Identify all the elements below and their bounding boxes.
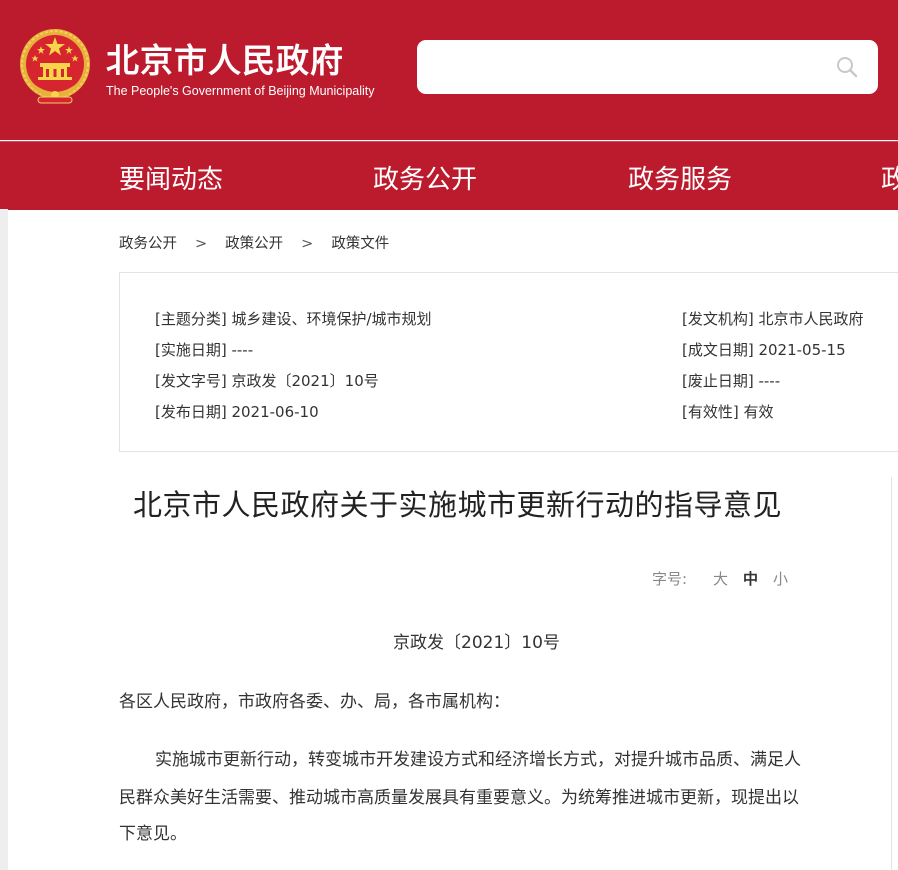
breadcrumb-link-gov-affairs[interactable]: 政务公开 — [119, 232, 177, 253]
search-input[interactable] — [433, 52, 827, 84]
nav-item-truncated[interactable]: 政 — [881, 159, 898, 196]
meta-issuer: [发文机构] 北京市人民政府 — [682, 310, 864, 328]
breadcrumb-separator: > — [195, 236, 208, 252]
meta-topic: [主题分类] 城乡建设、环境保护/城市规划 — [155, 310, 432, 328]
breadcrumb-link-policy-docs[interactable]: 政策文件 — [331, 232, 389, 253]
nav-item-gov-services[interactable]: 政务服务 — [628, 159, 732, 196]
meta-effective-date: [实施日期] ---- — [155, 341, 254, 359]
document-metadata-box — [119, 272, 898, 452]
site-name[interactable]: 北京市人民政府 — [106, 34, 344, 82]
search-icon[interactable] — [836, 56, 858, 78]
article-paragraph-line: 下意见。 — [119, 824, 187, 844]
meta-repeal-date: [废止日期] ---- — [682, 372, 781, 390]
article-doc-number: 京政发〔2021〕10号 — [393, 633, 560, 653]
article-paragraph-line: 民群众美好生活需要、推动城市高质量发展具有重要意义。为统筹推进城市更新，现提出以 — [119, 788, 799, 808]
font-size-small-button[interactable]: 小 — [773, 568, 788, 589]
site-header: 北京市人民政府 The People's Government of Beiji… — [0, 0, 898, 140]
meta-publish-date: [发布日期] 2021-06-10 — [155, 403, 319, 421]
font-size-medium-button[interactable]: 中 — [743, 568, 758, 589]
meta-doc-number: [发文字号] 京政发〔2021〕10号 — [155, 372, 379, 390]
breadcrumb-separator: > — [301, 236, 314, 252]
article-addressee: 各区人民政府，市政府各委、办、局，各市属机构： — [119, 692, 510, 712]
search-box — [417, 40, 878, 94]
article-title: 北京市人民政府关于实施城市更新行动的指导意见 — [133, 488, 783, 522]
meta-written-date: [成文日期] 2021-05-15 — [682, 341, 846, 359]
page-left-gutter — [0, 209, 8, 870]
font-size-label: 字号: — [652, 570, 688, 588]
site-name-en[interactable]: The People's Government of Beijing Munic… — [106, 84, 375, 98]
breadcrumb-link-policy-public[interactable]: 政策公开 — [225, 232, 283, 253]
national-emblem-icon[interactable] — [18, 27, 92, 105]
meta-validity: [有效性] 有效 — [682, 403, 774, 421]
article-paragraph-line: 实施城市更新行动，转变城市开发建设方式和经济增长方式，对提升城市品质、满足人 — [155, 750, 801, 770]
nav-item-gov-affairs[interactable]: 政务公开 — [373, 159, 477, 196]
breadcrumb: 政务公开 > 政策公开 > 政策文件 — [119, 232, 389, 253]
content-right-divider — [891, 477, 892, 870]
font-size-large-button[interactable]: 大 — [713, 568, 728, 589]
main-nav: 要闻动态 政务公开 政务服务 政 — [0, 141, 898, 210]
nav-item-news[interactable]: 要闻动态 — [119, 159, 223, 196]
